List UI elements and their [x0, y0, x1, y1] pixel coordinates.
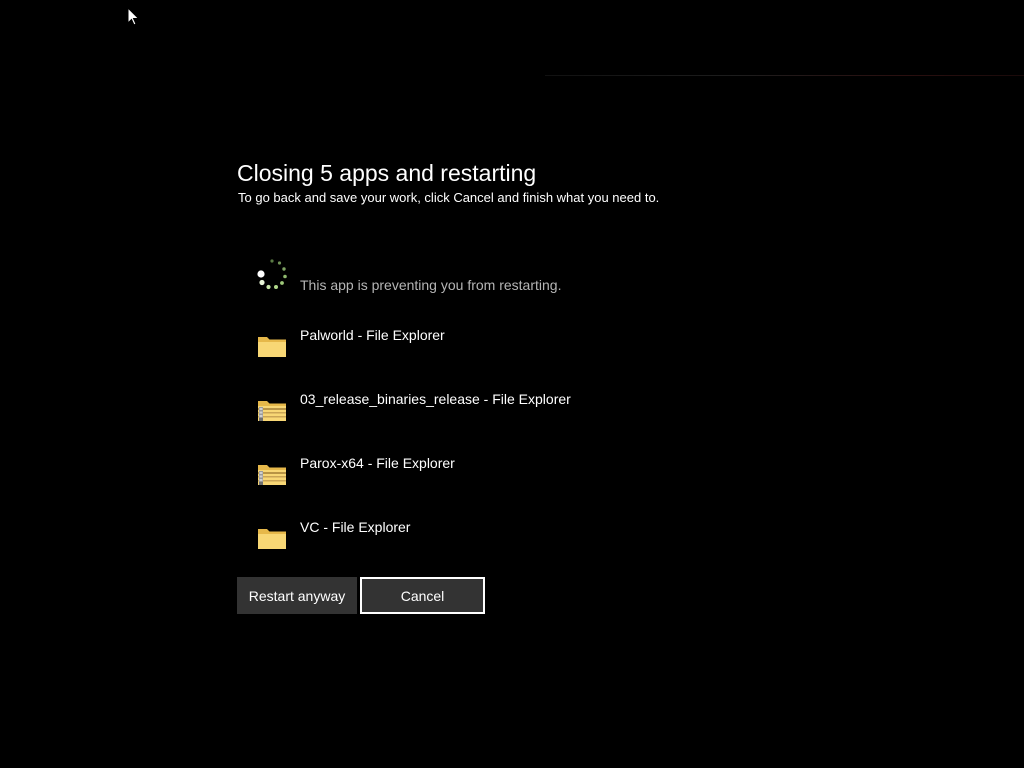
restart-dialog: Closing 5 apps and restarting To go back…: [237, 158, 797, 207]
mouse-pointer-icon: [127, 7, 140, 26]
dialog-title: Closing 5 apps and restarting: [237, 160, 537, 186]
app-label: VC - File Explorer: [300, 519, 411, 535]
zipped-folder-icon: [258, 401, 286, 421]
loading-spinner-icon: [257, 259, 287, 290]
folder-icon: [258, 529, 286, 549]
top-divider: [545, 75, 1024, 76]
dialog-subtitle: To go back and save your work, click Can…: [238, 190, 660, 205]
app-label: Parox-x64 - File Explorer: [300, 455, 455, 471]
folder-icon: [258, 337, 286, 357]
blocking-app-message: This app is preventing you from restarti…: [300, 277, 562, 293]
restart-anyway-button[interactable]: Restart anyway: [237, 577, 357, 614]
restart-screen: Closing 5 apps and restarting To go back…: [0, 0, 1024, 768]
dialog-buttons: Restart anyway Cancel: [237, 577, 485, 614]
zipped-folder-icon: [258, 465, 286, 485]
app-label: Palworld - File Explorer: [300, 327, 445, 343]
cancel-button[interactable]: Cancel: [360, 577, 485, 614]
app-label: 03_release_binaries_release - File Explo…: [300, 391, 571, 407]
